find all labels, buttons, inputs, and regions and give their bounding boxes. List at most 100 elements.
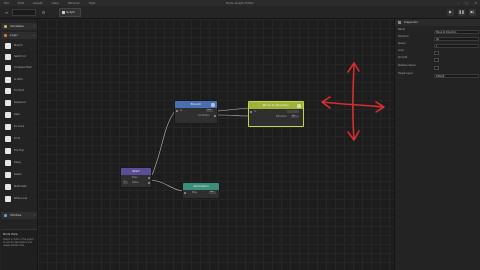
step-button[interactable]: ▶| [469,9,476,16]
graph-canvas[interactable]: Start Exec Value 0 Branch In true Condit… [38,19,394,270]
vertical-arrow-line [352,64,355,140]
library-item[interactable]: Switch Int [3,52,37,62]
prop-direction: Direction Up [397,35,479,42]
category-variables[interactable]: Variables › [1,23,37,30]
library-item-label: Branch [14,43,23,47]
library-item[interactable]: Multi Gate [3,182,37,192]
inspector-panel: Inspector Name Move to Direction Directi… [394,19,480,270]
inspector-header: Inspector [395,19,480,26]
help-title: Node Help [3,232,18,236]
inspector-icon [398,21,401,24]
maximize-button[interactable]: □ [465,1,468,5]
play-button[interactable]: ▶ [447,9,454,16]
prop-label: Name [398,28,406,31]
library-item-label: Is Valid [14,77,23,81]
category-label: Variables [10,24,24,28]
prop-speed: Speed 1 [397,42,479,49]
library-item[interactable]: Sequence [3,98,37,108]
node-icon [5,65,11,71]
category-label: Utilities [10,213,22,217]
node-library-panel: Variables › Logic ⌄ Branch Switch Int Co… [0,19,38,270]
library-item[interactable]: Branch [3,41,37,51]
node-icon [5,160,11,166]
help-text: Select a node in the graph to see its de… [3,238,34,247]
menu-assets[interactable]: Assets [33,1,43,5]
pause-button[interactable]: ❚❚ [458,9,465,16]
prop-loop: Loop [397,49,479,56]
toolbar: ≡ ⚙ Graph ▶ ❚❚ ▶| [0,6,480,19]
menu-file[interactable]: File [4,1,9,5]
library-item-label: Select [14,172,22,176]
node-icon [5,100,11,106]
library-item[interactable]: Flip Flop [3,146,37,156]
library-item[interactable]: For Each [3,86,37,96]
minimize-button[interactable]: – [458,1,460,5]
library-item[interactable]: Delay [3,158,37,168]
smooth-checkbox[interactable] [434,57,439,62]
menu-view[interactable]: View [52,1,59,5]
chevron-right-icon: › [33,24,35,28]
menu-icon[interactable]: ≡ [3,9,10,16]
library-item-label: For Each [14,88,25,92]
prop-label: Smooth [398,56,408,59]
library-item-label: Switch Int [14,54,26,58]
loop-checkbox[interactable] [434,50,439,55]
library-item[interactable]: Compare Float [3,63,37,73]
prop-label: Speed [398,42,406,45]
library-item-label: Multi Gate [14,184,27,188]
prop-target-layer: Target Layer Default [397,72,479,79]
category-logic[interactable]: Logic ⌄ [1,32,37,39]
play-controls: ▶ ❚❚ ▶| [447,9,476,16]
library-item[interactable]: Gate [3,110,37,120]
red-arrows-annotation [321,62,385,141]
prop-smooth: Smooth [397,56,479,63]
prop-name: Name Move to Direction [397,28,479,35]
node-icon [5,172,11,178]
library-item[interactable]: While Loop [3,194,37,204]
search-input[interactable] [12,9,36,16]
node-icon [5,124,11,130]
direction-dropdown[interactable]: Up [434,36,479,41]
category-utilities[interactable]: Utilities › [1,212,37,219]
library-item-label: Do N [14,136,20,140]
menu-bar: File Edit Assets View Window Help [0,1,95,5]
library-item[interactable]: Is Valid [3,75,37,85]
help-box: Node Help Select a node in the graph to … [1,229,37,270]
library-item[interactable]: Do N [3,134,37,144]
inspector-title: Inspector [404,20,418,24]
prop-relative-space: Relative Space [397,64,479,71]
menu-help[interactable]: Help [89,1,96,5]
menu-window[interactable]: Window [68,1,80,5]
library-item-label: Gate [14,112,20,116]
node-icon [5,184,11,190]
node-icon [5,112,11,118]
menu-edit[interactable]: Edit [18,1,24,5]
settings-icon[interactable]: ⚙ [40,9,47,16]
node-icon [5,136,11,142]
node-icon [5,196,11,202]
relative-space-checkbox[interactable] [434,65,439,70]
node-icon [5,43,11,49]
node-icon [5,54,11,60]
chevron-right-icon: › [33,213,35,217]
graph-icon [61,11,65,14]
library-item-label: Delay [14,160,21,164]
prop-label: Relative Space [398,64,416,67]
name-field[interactable]: Move to Direction [434,29,479,34]
target-layer-field[interactable]: Default [434,73,479,78]
utilities-icon [4,214,7,217]
library-item[interactable]: Do Once [3,122,37,132]
close-button[interactable]: ✕ [474,1,477,5]
library-item-label: Sequence [14,100,26,104]
tab-graph[interactable]: Graph [59,8,81,17]
library-item-label: Flip Flop [14,148,25,152]
library-item-label: Do Once [14,124,25,128]
speed-field[interactable]: 1 [434,43,479,48]
node-icon [5,148,11,154]
library-item-label: While Loop [14,196,28,200]
node-icon [5,88,11,94]
library-item-label: Compare Float [14,65,32,69]
category-label: Logic [10,33,18,37]
library-item[interactable]: Select [3,170,37,180]
variables-icon [4,25,7,28]
